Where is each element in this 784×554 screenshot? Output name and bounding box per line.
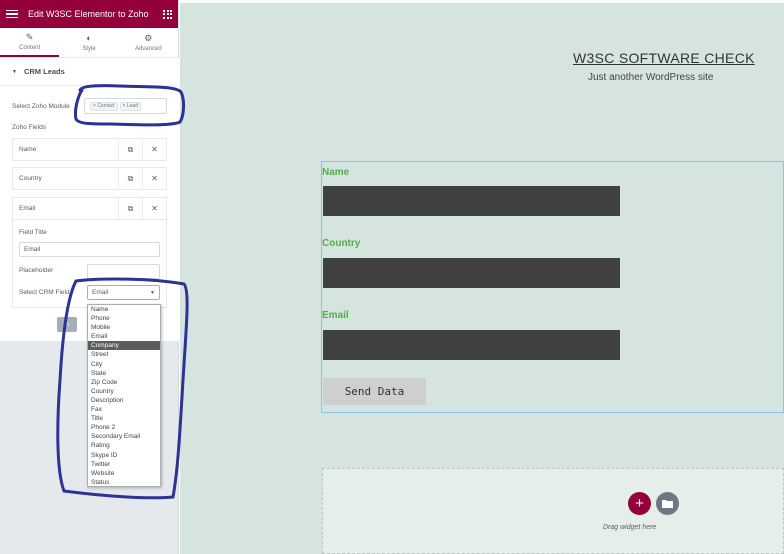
placeholder-input[interactable] [87,264,160,279]
gear-icon: ⚙ [144,32,153,43]
chip-label: Lead [126,102,138,109]
crm-option[interactable]: Twitter [88,460,160,469]
add-section-icon[interactable]: + [628,492,651,515]
field-row-name[interactable]: Name ⧉ ✕ [12,138,167,161]
tab-content-label: Content [19,44,41,51]
form-input-country[interactable] [323,258,620,288]
duplicate-icon[interactable]: ⧉ [118,168,142,189]
select-crm-field-label: Select CRM Field [19,289,70,296]
apply-button[interactable]: A [57,317,77,332]
send-data-button[interactable]: Send Data [323,378,426,405]
crm-field-dropdown: Name Phone Mobile Email Company Street City Sta… [87,304,161,487]
drop-zone-text: Drag widget here [603,524,657,531]
form-label-email: Email [322,310,349,321]
folder-icon[interactable] [656,492,679,515]
site-title[interactable]: W3SC SOFTWARE CHECK [573,50,755,66]
site-tagline: Just another WordPress site [588,72,714,83]
field-title-input[interactable]: Email [19,242,160,257]
field-row-label: Country [19,175,42,182]
crm-option[interactable]: Company [88,341,160,351]
section-title: CRM Leads [23,67,65,76]
tab-advanced[interactable]: ⚙ Advanced [119,28,178,57]
preview-area: W3SC SOFTWARE CHECK Just another WordPre… [180,0,784,554]
crm-field-select-value: Email [92,289,109,296]
form-label-country: Country [322,238,361,249]
panel-header: Edit W3SC Elementor to Zoho [0,0,178,28]
zoho-fields-label: Zoho Fields [12,124,46,131]
crm-option[interactable]: Status [88,478,160,487]
tab-advanced-label: Advanced [134,45,162,52]
half-circle-icon: ◐ [86,32,92,43]
form-label-name: Name [322,167,350,178]
close-icon[interactable]: ✕ [142,168,166,189]
crm-option[interactable]: Website [88,469,160,478]
field-row-country[interactable]: Country ⧉ ✕ [12,167,167,190]
editor-panel: Edit W3SC Elementor to Zoho ✎ Content ◐ … [0,0,179,554]
crm-option[interactable]: Fax [88,405,160,414]
panel-tabs: ✎ Content ◐ Style ⚙ Advanced [0,28,178,58]
chip-label: Contact [97,102,115,109]
crm-option[interactable]: Country [88,387,160,396]
tab-style[interactable]: ◐ Style [59,28,118,57]
crm-option[interactable]: State [88,369,160,378]
chevron-down-icon: ▼ [150,289,155,296]
form-section[interactable]: Name Country Email Send Data [321,161,784,413]
field-title-label: Field Title [19,229,47,236]
crm-option[interactable]: Title [88,414,160,423]
caret-down-icon: ▼ [12,68,17,75]
tab-content[interactable]: ✎ Content [0,28,60,57]
hamburger-menu-icon[interactable] [6,8,18,21]
crm-option[interactable]: Skype ID [88,451,160,460]
module-multiselect[interactable]: × Contact × Lead [84,98,167,114]
crm-option[interactable]: Zip Code [88,378,160,387]
tab-style-label: Style [82,45,96,52]
section-crm-leads[interactable]: ▼ CRM Leads [0,58,179,86]
panel-title: Edit W3SC Elementor to Zoho [28,9,149,19]
drop-zone[interactable]: + Drag widget here [322,468,784,554]
close-icon[interactable]: ✕ [142,139,166,160]
preview-top-edge [180,0,784,3]
field-row-email[interactable]: Email ⧉ ✕ [12,197,167,220]
crm-option[interactable]: Name [88,305,160,314]
module-chip-lead[interactable]: × Lead [119,101,141,111]
placeholder-label: Placeholder [19,267,54,274]
duplicate-icon[interactable]: ⧉ [118,198,142,219]
crm-option[interactable]: Phone [88,314,160,323]
select-module-label: Select Zoho Module [12,103,70,110]
duplicate-icon[interactable]: ⧉ [118,139,142,160]
crm-option[interactable]: Secondary Email [88,432,160,441]
module-chip-contact[interactable]: × Contact [90,101,118,111]
form-input-name[interactable] [323,186,620,216]
crm-option[interactable]: Description [88,396,160,405]
crm-option[interactable]: Mobile [88,323,160,332]
crm-option[interactable]: Phone 2 [88,423,160,432]
close-icon[interactable]: ✕ [142,198,166,219]
field-row-label: Email [19,205,36,212]
crm-option[interactable]: Street [88,350,160,359]
widgets-grid-icon[interactable] [163,9,172,19]
crm-option[interactable]: Rating [88,441,160,450]
form-input-email[interactable] [323,330,620,360]
field-row-label: Name [19,146,37,153]
crm-option[interactable]: Email [88,332,160,341]
crm-field-select[interactable]: Email ▼ [87,285,160,300]
pencil-icon: ✎ [25,31,34,42]
crm-option[interactable]: City [88,360,160,369]
